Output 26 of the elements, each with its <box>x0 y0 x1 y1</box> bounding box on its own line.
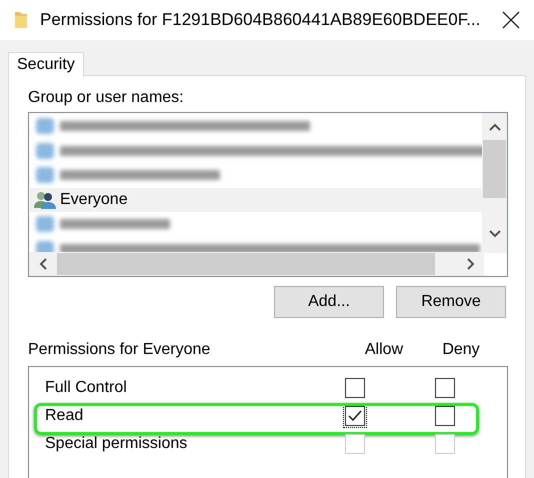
checkbox[interactable] <box>435 378 455 398</box>
permission-label: Full Control <box>45 378 128 398</box>
add-button[interactable]: Add... <box>274 286 384 318</box>
window-title: Permissions for F1291BD604B860441AB89E60BDEE0F... <box>40 9 480 32</box>
scrollbar-thumb[interactable] <box>483 140 506 198</box>
close-icon <box>502 11 520 29</box>
section-label: Permissions for Everyone <box>28 340 212 360</box>
folder-icon <box>14 11 28 29</box>
users-icon <box>34 190 56 210</box>
checkbox[interactable] <box>435 406 455 426</box>
permission-label: Special permissions <box>45 434 188 454</box>
list-item[interactable]: Everyone <box>30 188 485 212</box>
remove-button[interactable]: Remove <box>396 286 506 318</box>
scroll-up-icon[interactable] <box>488 123 500 131</box>
scroll-right-icon[interactable] <box>467 258 475 270</box>
column-header: Allow <box>364 340 404 360</box>
permission-label: Read <box>45 406 84 426</box>
section-label: Group or user names: <box>28 88 185 108</box>
scroll-left-icon[interactable] <box>39 258 47 270</box>
column-header: Deny <box>441 340 481 360</box>
checkbox[interactable] <box>345 406 365 426</box>
close-button[interactable] <box>500 9 522 31</box>
scroll-down-icon[interactable] <box>488 230 500 238</box>
tab[interactable]: Security <box>8 52 84 77</box>
scrollbar-thumb[interactable] <box>57 253 435 275</box>
checkbox[interactable] <box>345 378 365 398</box>
